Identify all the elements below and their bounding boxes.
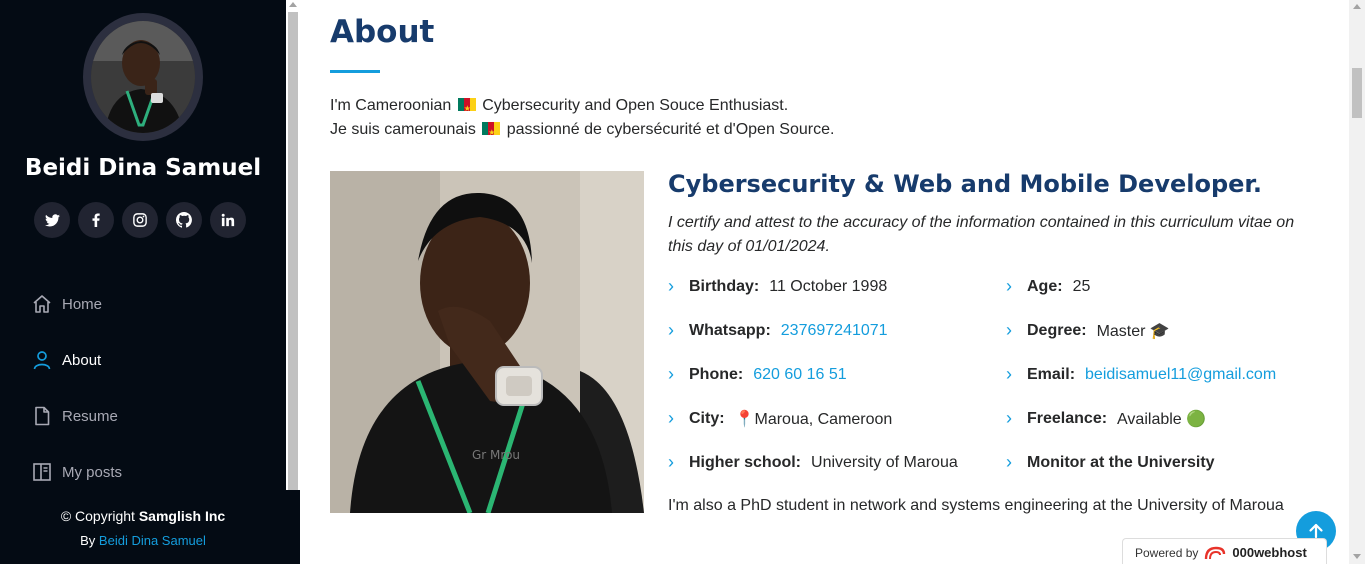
powered-by-brand: 000webhost [1232, 545, 1307, 560]
scroll-up-arrow-icon[interactable] [289, 2, 297, 7]
nav-item-home[interactable]: Home [32, 276, 122, 332]
chevron-right-icon: › [1006, 276, 1012, 296]
phd-text: I'm also a PhD student in network and sy… [668, 497, 1284, 514]
nav-item-about[interactable]: About [32, 332, 122, 388]
layout-icon [32, 462, 52, 482]
fact-email: › Email: beidisamuel11@gmail.com [1006, 364, 1276, 385]
nav-label-my-posts: My posts [62, 463, 123, 481]
fact-freelance: › Freelance: Available 🟢 [1006, 408, 1206, 429]
certify-text: I certify and attest to the accuracy of … [668, 214, 1295, 255]
scroll-up-arrow-icon[interactable] [1353, 4, 1361, 9]
role-heading: Cybersecurity & Web and Mobile Developer… [668, 170, 1262, 198]
linkedin-icon[interactable] [210, 202, 246, 238]
chevron-right-icon: › [668, 364, 674, 384]
intro-fr-a: Je suis camerounais [330, 121, 481, 138]
fact-label: Phone: [689, 365, 744, 383]
credits-prefix: By [80, 533, 99, 548]
fact-value: 25 [1072, 277, 1091, 295]
fact-label: Age: [1027, 277, 1063, 295]
page-scrollbar[interactable] [1349, 0, 1365, 564]
social-links [34, 202, 246, 238]
fact-phone: › Phone: 620 60 16 51 [668, 364, 847, 385]
chevron-right-icon: › [1006, 408, 1012, 428]
twitter-icon[interactable] [34, 202, 70, 238]
intro-fr-b: passionné de cybersécurité et d'Open Sou… [502, 121, 835, 138]
chevron-right-icon: › [668, 452, 674, 472]
copyright-prefix: © Copyright [60, 508, 139, 524]
fact-value: 📍Maroua, Cameroon [734, 410, 893, 428]
fact-value: 11 October 1998 [769, 277, 888, 295]
fact-label: Monitor at the University [1027, 453, 1215, 471]
fact-label: Birthday: [689, 277, 760, 295]
fact-label: Whatsapp: [689, 321, 771, 339]
intro-line-fr: Je suis camerounais passionné de cybersé… [330, 118, 835, 145]
chevron-right-icon: › [1006, 320, 1012, 340]
credits: By Beidi Dina Samuel [0, 533, 286, 548]
instagram-icon[interactable] [122, 202, 158, 238]
chevron-right-icon: › [1006, 452, 1012, 472]
scroll-down-arrow-icon[interactable] [1353, 554, 1361, 559]
fact-value: Available 🟢 [1117, 410, 1207, 428]
title-underline [330, 70, 380, 73]
fact-label: Email: [1027, 365, 1076, 383]
fact-value: University of Maroua [811, 453, 958, 471]
about-section: About I'm Cameroonian Cybersecurity and … [300, 0, 1349, 564]
avatar [83, 13, 203, 141]
intro-en-b: Cybersecurity and Open Souce Enthusiast. [477, 97, 789, 114]
email-link[interactable]: beidisamuel11@gmail.com [1085, 366, 1276, 384]
fact-label: Degree: [1027, 321, 1087, 339]
cameroon-flag-icon [482, 121, 501, 145]
sidebar: Beidi Dina Samuel Home About Resume My p… [0, 0, 286, 564]
fact-whatsapp: › Whatsapp: 237697241071 [668, 320, 888, 341]
cameroon-flag-icon [457, 97, 476, 121]
intro-text: I'm Cameroonian Cybersecurity and Open S… [330, 94, 835, 145]
nav-label-about: About [62, 351, 102, 369]
nav-item-resume[interactable]: Resume [32, 388, 122, 444]
chevron-right-icon: › [668, 320, 674, 340]
sidebar-scrollbar[interactable] [286, 0, 300, 490]
whatsapp-link[interactable]: 237697241071 [781, 322, 888, 340]
fact-label: Higher school: [689, 453, 802, 471]
file-icon [32, 406, 52, 426]
webhost-logo-icon [1205, 546, 1226, 559]
fact-value: Master 🎓 [1096, 322, 1170, 340]
chevron-right-icon: › [668, 408, 674, 428]
chevron-right-icon: › [668, 276, 674, 296]
fact-label: Freelance: [1027, 409, 1108, 427]
section-title: About [330, 14, 435, 50]
copyright-brand: Samglish Inc [138, 508, 226, 524]
fact-age: › Age: 25 [1006, 276, 1090, 297]
nav-label-home: Home [62, 295, 103, 313]
fact-degree: › Degree: Master 🎓 [1006, 320, 1170, 341]
facebook-icon[interactable] [78, 202, 114, 238]
profile-photo [91, 21, 195, 133]
fact-school: › Higher school: University of Maroua [668, 452, 958, 473]
home-icon [32, 294, 52, 314]
phone-link[interactable]: 620 60 16 51 [753, 366, 846, 384]
powered-by-label: Powered by [1135, 545, 1199, 560]
person-icon [32, 350, 52, 370]
fact-label: City: [689, 409, 725, 427]
main-nav: Home About Resume My posts [32, 276, 122, 500]
credits-link[interactable]: Beidi Dina Samuel [99, 533, 206, 548]
github-icon[interactable] [166, 202, 202, 238]
chevron-right-icon: › [1006, 364, 1012, 384]
about-photo: Gr Mrou [330, 171, 644, 513]
sidebar-scroll-thumb[interactable] [288, 12, 298, 490]
profile-name: Beidi Dina Samuel [24, 155, 262, 181]
nav-label-resume: Resume [62, 407, 118, 425]
fact-birthday: › Birthday: 11 October 1998 [668, 276, 887, 297]
sidebar-bottom-strip [286, 490, 300, 564]
intro-line-en: I'm Cameroonian Cybersecurity and Open S… [330, 94, 834, 121]
fact-city: › City: 📍Maroua, Cameroon [668, 408, 892, 429]
page-scroll-thumb[interactable] [1352, 68, 1362, 118]
intro-en-a: I'm Cameroonian [330, 97, 456, 114]
powered-by-badge[interactable]: Powered by 000webhost [1122, 538, 1327, 564]
fact-monitor: › Monitor at the University [1006, 452, 1225, 473]
copyright: © Copyright Samglish Inc [0, 508, 286, 524]
svg-text:Gr Mrou: Gr Mrou [472, 448, 520, 462]
nav-item-my-posts[interactable]: My posts [32, 444, 122, 500]
